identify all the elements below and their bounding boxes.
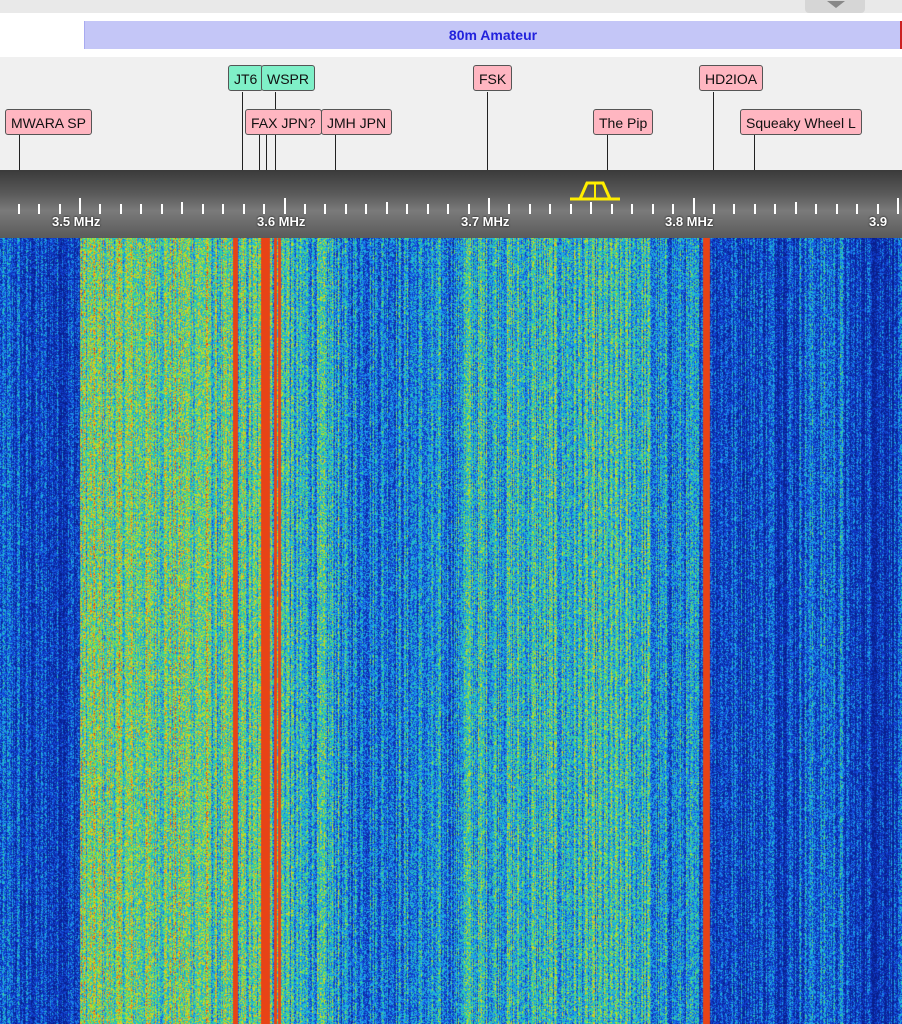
- scale-tick: [365, 204, 367, 214]
- passband-marker-icon[interactable]: [567, 174, 623, 202]
- scale-tick: [161, 204, 163, 214]
- station-label-pip[interactable]: The Pip: [593, 109, 654, 135]
- scale-tick: [38, 204, 40, 214]
- band-name: 80m Amateur: [448, 27, 538, 43]
- top-strip: [0, 0, 902, 13]
- stem-hd2ioa: [713, 92, 714, 170]
- scale-tick: [18, 204, 20, 214]
- collapse-toggle-tab[interactable]: [805, 0, 865, 13]
- stem-fax: [259, 135, 260, 170]
- scale-tick: [754, 204, 756, 214]
- station-label-fax[interactable]: FAX JPN?: [245, 109, 322, 135]
- station-label-jmh[interactable]: JMH JPN: [321, 109, 393, 135]
- scale-tick: [263, 204, 265, 214]
- stem-fsk: [487, 92, 488, 170]
- scale-tick: [652, 204, 654, 214]
- scale-tick: [468, 204, 470, 214]
- scale-tick: [713, 204, 715, 214]
- scale-tick: [345, 204, 347, 214]
- scale-tick: [222, 204, 224, 214]
- scale-tick: [877, 204, 879, 214]
- scale-tick: [140, 204, 142, 214]
- frequency-scale[interactable]: 3.5 MHz 3.6 MHz 3.7 MHz 3.8 MHz 3.9: [0, 170, 902, 238]
- band-bar[interactable]: 80m Amateur: [84, 21, 901, 49]
- station-labels-area: MWARA SP JT6 WSPR FAX JPN? JMH JPN FSK T…: [0, 57, 902, 170]
- scale-tick: [693, 198, 695, 214]
- station-label-fsk[interactable]: FSK: [473, 65, 513, 91]
- station-label-jt6[interactable]: JT6: [228, 65, 264, 91]
- scale-tick: [406, 204, 408, 214]
- stem-jt6: [242, 92, 243, 170]
- scale-tick: [488, 198, 490, 214]
- scale-tick: [672, 204, 674, 214]
- scale-tick: [386, 202, 388, 214]
- scale-tick: [836, 204, 838, 214]
- stem-mwara: [19, 135, 20, 170]
- station-label-wspr[interactable]: WSPR: [261, 65, 315, 91]
- scale-tick: [795, 202, 797, 214]
- tick-label-3-8: 3.8 MHz: [665, 214, 714, 229]
- scale-tick: [59, 204, 61, 214]
- scale-tick: [897, 198, 899, 214]
- scale-tick: [774, 204, 776, 214]
- scale-tick: [549, 204, 551, 214]
- tick-label-3-5: 3.5 MHz: [52, 214, 101, 229]
- scale-tick: [181, 202, 183, 214]
- scale-tick: [570, 204, 572, 214]
- station-label-mwara[interactable]: MWARA SP: [5, 109, 92, 135]
- scale-tick: [447, 204, 449, 214]
- scale-tick: [590, 202, 592, 214]
- scale-tick: [120, 204, 122, 214]
- tick-label-3-6: 3.6 MHz: [257, 214, 306, 229]
- scale-tick: [815, 204, 817, 214]
- scale-tick: [856, 204, 858, 214]
- scale-tick: [324, 204, 326, 214]
- scale-tick: [611, 204, 613, 214]
- stem-squeaky: [754, 135, 755, 170]
- scale-tick: [631, 204, 633, 214]
- scale-tick: [243, 204, 245, 214]
- scale-tick: [202, 204, 204, 214]
- scale-tick: [284, 198, 286, 214]
- station-label-squeaky[interactable]: Squeaky Wheel L: [740, 109, 862, 135]
- band-row: 80m Amateur: [0, 13, 902, 57]
- stem-jmh: [335, 135, 336, 170]
- scale-tick: [733, 204, 735, 214]
- stem-pip: [607, 135, 608, 170]
- stem-fax-2: [266, 135, 267, 170]
- scale-tick: [304, 204, 306, 214]
- scale-tick: [79, 198, 81, 214]
- waterfall-spectrogram[interactable]: [0, 238, 902, 1024]
- scale-tick: [529, 204, 531, 214]
- scale-tick: [427, 204, 429, 214]
- scale-tick: [508, 204, 510, 214]
- scale-tick: [99, 204, 101, 214]
- tick-label-3-9: 3.9: [869, 214, 888, 229]
- tick-label-3-7: 3.7 MHz: [461, 214, 510, 229]
- station-label-hd2ioa[interactable]: HD2IOA: [699, 65, 764, 91]
